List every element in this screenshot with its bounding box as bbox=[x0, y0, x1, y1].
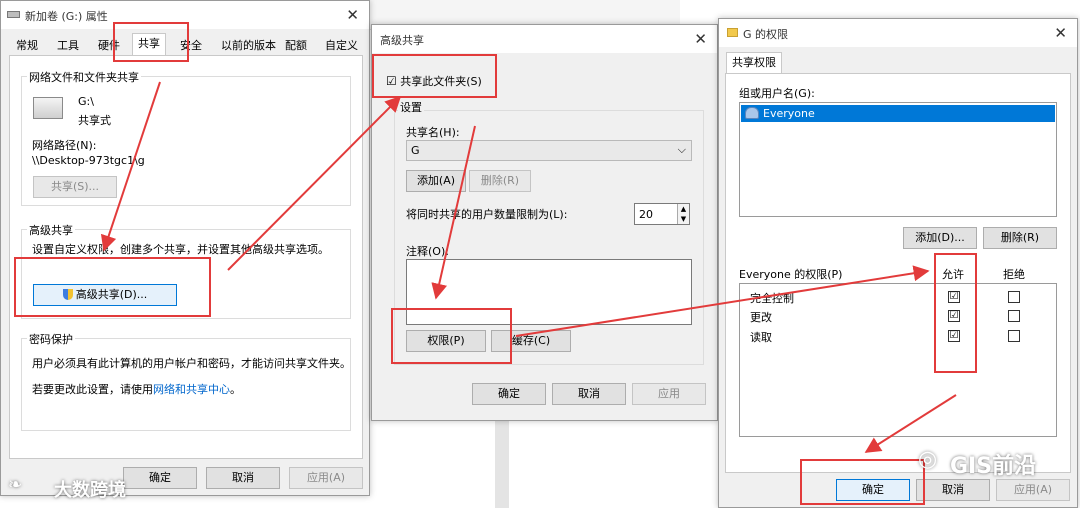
watermark-logo-right: ◎ bbox=[918, 447, 938, 472]
arrow-permissions-to-allow bbox=[515, 265, 930, 337]
watermark-right: GIS前沿 bbox=[950, 454, 1037, 479]
arrow-tab-to-button bbox=[100, 81, 161, 252]
watermark-logo-left: ❧ bbox=[8, 475, 23, 495]
arrow-allow-to-ok bbox=[864, 394, 957, 453]
arrow-button-to-checkbox bbox=[227, 95, 402, 271]
arrow-checkbox-to-permissions bbox=[431, 125, 476, 300]
annotation-arrows bbox=[100, 81, 957, 453]
watermark-left: 大数跨境 bbox=[54, 480, 126, 501]
